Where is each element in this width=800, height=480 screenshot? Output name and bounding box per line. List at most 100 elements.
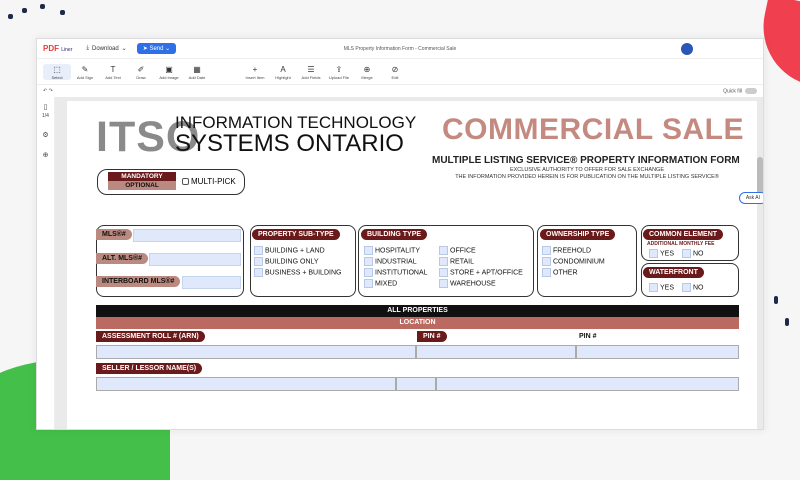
no-option[interactable]: NO: [682, 283, 704, 292]
form-title: COMMERCIAL SALE: [442, 113, 744, 146]
download-button[interactable]: ⤓ Download ⌄: [86, 45, 126, 52]
multipick-legend: MULTI-PICK: [182, 177, 236, 186]
tool-add-date[interactable]: ▦ Add Date: [183, 64, 211, 80]
tool-add-sign[interactable]: ✎ Add Sign: [71, 64, 99, 80]
toggle-switch[interactable]: [745, 87, 757, 94]
tool-label: Edit: [391, 74, 399, 80]
building-option[interactable]: HOSPITALITY: [364, 246, 420, 255]
subtype-option[interactable]: BUILDING + LAND: [254, 246, 325, 255]
building-type-label: BUILDING TYPE: [361, 229, 428, 240]
merge-icon: ⊕: [363, 64, 371, 74]
pages-icon[interactable]: ▯: [44, 103, 48, 111]
seller-field-2[interactable]: [396, 377, 436, 391]
add-date-icon: ▦: [193, 64, 201, 74]
building-option[interactable]: INDUSTRIAL: [364, 257, 417, 266]
download-icon: ⤓: [86, 45, 90, 51]
toolbar: ⬚ Select ✎ Add Sign T Add Text ✐ Draw ▣ Add Image…: [37, 59, 763, 85]
building-option[interactable]: WAREHOUSE: [439, 279, 496, 288]
checkbox-icon: [182, 178, 189, 186]
tool-highlight[interactable]: A Highlight: [269, 64, 297, 80]
tool-draw[interactable]: ✐ Draw: [127, 64, 155, 80]
interboard-label: INTERBOARD MLS®#: [96, 276, 181, 287]
tool-label: Insert Item: [245, 74, 265, 80]
tool-insert-item[interactable]: + Insert Item: [241, 64, 269, 80]
yes-option[interactable]: YES: [649, 249, 674, 258]
ask-ai-button[interactable]: Ask AI: [738, 192, 763, 204]
building-option[interactable]: INSTITUTIONAL: [364, 268, 428, 277]
exclusive-line: EXCLUSIVE AUTHORITY TO OFFER FOR SALE EX…: [509, 167, 665, 173]
gear-icon[interactable]: ⚙: [42, 131, 48, 139]
tool-label: Merge: [361, 74, 373, 80]
seller-field-3[interactable]: [436, 377, 739, 391]
alt-mls-label: ALT. MLS®#: [96, 253, 149, 264]
undo-redo[interactable]: ↶ ↷: [43, 88, 53, 94]
decorative-dot: [22, 8, 27, 13]
pin-label: PIN #: [417, 331, 447, 342]
subtype-option[interactable]: BUILDING ONLY: [254, 257, 319, 266]
arn-label: ASSESSMENT ROLL # (ARN): [96, 331, 205, 342]
building-option[interactable]: RETAIL: [439, 257, 474, 266]
tool-add-text[interactable]: T Add Text: [99, 64, 127, 80]
legend-labels: MANDATORY OPTIONAL: [108, 172, 176, 190]
send-button[interactable]: ➤ Send ⌄: [136, 43, 177, 54]
chevron-down-icon: ⌄: [121, 46, 127, 52]
yes-option[interactable]: YES: [649, 283, 674, 292]
mandatory-label: MANDATORY: [108, 172, 176, 181]
mls-label: MLS®#: [96, 229, 132, 240]
building-option[interactable]: STORE + APT/OFFICE: [439, 268, 523, 277]
building-option[interactable]: OFFICE: [439, 246, 476, 255]
seller-field[interactable]: [96, 377, 396, 391]
top-bar: PDF Liner ⤓ Download ⌄ ➤ Send ⌄ MLS Proper…: [37, 39, 763, 59]
interboard-field[interactable]: [182, 276, 241, 289]
avatar[interactable]: [681, 43, 693, 55]
tool-label: Add Image: [159, 74, 179, 80]
subtype-option[interactable]: BUSINESS + BUILDING: [254, 268, 341, 277]
left-rail: ▯ 1/4 ⚙ ⊕: [37, 97, 55, 429]
edit-icon: ⊘: [391, 64, 399, 74]
form-subtitle: MULTIPLE LISTING SERVICE® PROPERTY INFOR…: [432, 155, 740, 166]
tool-add-image[interactable]: ▣ Add Image: [155, 64, 183, 80]
pdf-page: ITSO INFORMATION TECHNOLOGY SYSTEMS ONTA…: [67, 101, 757, 429]
quick-fill-toggle[interactable]: Quick fill: [723, 87, 757, 94]
upload-file-icon: ⇪: [335, 64, 343, 74]
scrollbar[interactable]: [757, 157, 763, 197]
tool-label: Add Sign: [76, 74, 94, 80]
decorative-dot: [774, 296, 778, 304]
add-fields-icon: ☰: [307, 64, 315, 74]
info-line: THE INFORMATION PROVIDED HEREIN IS FOR P…: [455, 174, 719, 180]
mls-field[interactable]: [133, 229, 241, 242]
sub-bar: ↶ ↷ Quick fill: [37, 85, 763, 97]
ownership-option[interactable]: CONDOMINIUM: [542, 257, 605, 266]
tool-edit[interactable]: ⊘ Edit: [381, 64, 409, 80]
legend-box: MANDATORY OPTIONAL MULTI-PICK: [97, 169, 245, 195]
tool-add-fields[interactable]: ☰ Add Fields: [297, 64, 325, 80]
arn-field[interactable]: [96, 345, 416, 359]
zoom-icon[interactable]: ⊕: [43, 151, 49, 159]
tool-select[interactable]: ⬚ Select: [43, 63, 71, 80]
add-sign-icon: ✎: [81, 64, 89, 74]
no-option[interactable]: NO: [682, 249, 704, 258]
pin-field-2[interactable]: [576, 345, 739, 359]
tool-label: Add Fields: [301, 74, 321, 80]
location-bar: LOCATION: [96, 317, 739, 329]
tool-merge[interactable]: ⊕ Merge: [353, 64, 381, 80]
tool-label: Upload File: [328, 74, 350, 80]
pin-label-2: PIN #: [579, 333, 597, 340]
waterfront-label: WATERFRONT: [643, 267, 704, 278]
alt-mls-field[interactable]: [149, 253, 241, 266]
pdf-editor-window: PDF Liner ⤓ Download ⌄ ➤ Send ⌄ MLS Proper…: [36, 38, 764, 430]
optional-label: OPTIONAL: [108, 181, 176, 190]
pin-field[interactable]: [416, 345, 576, 359]
highlight-icon: A: [280, 64, 286, 74]
ownership-option[interactable]: FREEHOLD: [542, 246, 591, 255]
subtype-label: PROPERTY SUB-TYPE: [252, 229, 340, 240]
add-image-icon: ▣: [165, 64, 173, 74]
select-icon: ⬚: [53, 64, 61, 74]
document-area: ITSO INFORMATION TECHNOLOGY SYSTEMS ONTA…: [55, 97, 763, 429]
building-option[interactable]: MIXED: [364, 279, 397, 288]
tool-upload-file[interactable]: ⇪ Upload File: [325, 64, 353, 80]
decorative-dot: [60, 10, 65, 15]
insert-item-icon: +: [252, 64, 258, 74]
decorative-dot: [785, 318, 789, 326]
ownership-option[interactable]: OTHER: [542, 268, 578, 277]
